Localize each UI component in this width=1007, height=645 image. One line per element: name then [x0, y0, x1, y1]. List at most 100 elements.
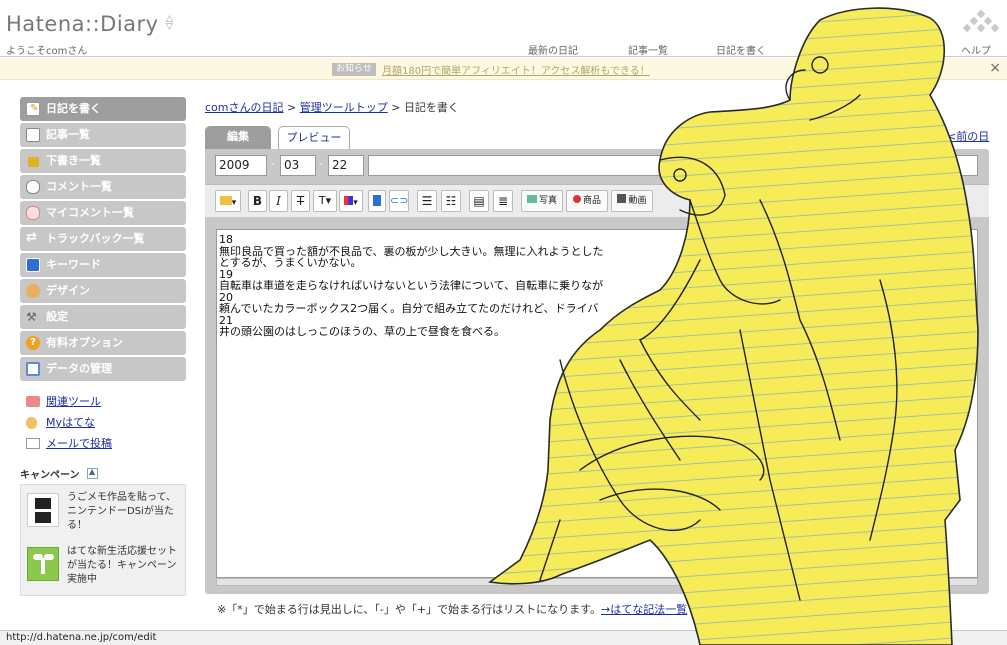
- sidebar-item-data-management[interactable]: データの管理: [20, 357, 186, 381]
- editor-line: 19: [219, 268, 233, 280]
- campaign-item[interactable]: うごメモ作品を貼って、ニンテンドーDSiが当たる！: [27, 491, 181, 537]
- my-comment-icon: [26, 206, 40, 220]
- sidebar-item-label: トラックバック一覧: [46, 232, 145, 245]
- sidebar-item-write-diary[interactable]: ✎ 日記を書く: [20, 97, 186, 121]
- sidebar-item-label: コメント一覧: [46, 180, 112, 193]
- related-tools-link[interactable]: 関連ツール: [26, 394, 112, 415]
- italic-button[interactable]: I: [269, 190, 288, 212]
- editor-toolbar: ▾ B I T T▾ ▾ ⊂⊃ ☰ ☷ ▤ ≣ 写真 商品 動画: [205, 184, 989, 217]
- editor-line: 頼んでいたカラーボックス2つ届く。自分で組み立てたのだけれど、ドライバ: [219, 303, 599, 315]
- previous-day-link[interactable]: <前の日: [947, 128, 989, 144]
- insert-video-label: 動画: [628, 196, 647, 206]
- blockquote-icon[interactable]: ▤: [469, 190, 489, 212]
- title-input[interactable]: [368, 155, 978, 176]
- sidebar-item-comments[interactable]: コメント一覧: [20, 175, 186, 199]
- strikethrough-icon[interactable]: T: [291, 190, 310, 212]
- mail-post-label[interactable]: メールで投稿: [46, 437, 112, 450]
- link-icon[interactable]: ⊂⊃: [389, 190, 409, 212]
- my-hatena-label[interactable]: Myはてな: [46, 416, 95, 429]
- editor-line: 自転車は車道を走らなければいけないという法律について、自転車に乗りなが: [219, 280, 604, 292]
- keyword-link-icon[interactable]: [368, 190, 386, 212]
- editor-line: 井の頭公園のはしっこのほうの、草の上で昼食を食べる。: [219, 326, 505, 338]
- related-tools-label[interactable]: 関連ツール: [46, 395, 101, 408]
- palette-icon: [26, 284, 40, 298]
- editor-line: 無印良品で買った額が不良品で、裏の板が少し大きい。無理に入れようとした: [219, 245, 604, 257]
- date-separator: -: [319, 159, 323, 170]
- breadcrumb-separator: >: [391, 101, 401, 114]
- nav-help[interactable]: ヘルプ: [961, 42, 991, 57]
- collapse-arrow-icon[interactable]: ▲: [86, 467, 98, 479]
- photo-icon: [526, 195, 537, 203]
- sidebar-item-article-list[interactable]: 記事一覧: [20, 123, 186, 147]
- notice-link[interactable]: 月額180円で簡単アフィリエイト！アクセス解析もできる！: [382, 62, 650, 77]
- sidebar-item-paid-options[interactable]: ? 有料オプション: [20, 331, 186, 355]
- breadcrumb-diary-link[interactable]: comさんの日記: [205, 101, 284, 114]
- user-icon: [26, 417, 37, 429]
- sidebar-item-my-comments[interactable]: マイコメント一覧: [20, 201, 186, 225]
- logo-switch-icon[interactable]: △ ▽: [166, 15, 173, 32]
- editor-line: 18: [219, 234, 233, 246]
- sidebar-item-settings[interactable]: ⚒ 設定: [20, 305, 186, 329]
- sidebar-item-label: 有料オプション: [46, 336, 123, 349]
- font-size-icon[interactable]: T▾: [313, 190, 337, 212]
- comment-icon: [26, 180, 40, 194]
- header-divider: [0, 56, 1007, 57]
- hatena-diamond-icon[interactable]: [963, 10, 999, 36]
- nav-latest-diary[interactable]: 最新の日記: [528, 42, 578, 57]
- insert-photo-button[interactable]: 写真: [521, 190, 563, 212]
- syntax-note: ※「*」で始まる行は見出しに、「-」や「+」で始まる行はリストになります。→はて…: [217, 601, 687, 617]
- film-icon: [617, 194, 627, 203]
- hatena-diary-logo[interactable]: Hatena::Diary: [6, 12, 159, 36]
- date-separator: -: [271, 159, 275, 170]
- sidebar-item-label: キーワード: [46, 258, 101, 271]
- mail-post-link[interactable]: メールで投稿: [26, 436, 112, 457]
- campaign-title: キャンペーン: [20, 470, 80, 481]
- sidebar-item-design[interactable]: デザイン: [20, 279, 186, 303]
- more-fold-icon[interactable]: ≣: [493, 190, 513, 212]
- mail-icon: [26, 438, 40, 449]
- tab-preview[interactable]: プレビュー: [278, 126, 350, 149]
- syntax-list-link[interactable]: →はてな記法一覧: [601, 603, 687, 616]
- breadcrumb-separator: >: [287, 101, 297, 114]
- sidebar-item-label: データの管理: [46, 362, 112, 375]
- tab-edit[interactable]: 編集: [205, 126, 271, 149]
- sidebar-item-drafts[interactable]: 下書き一覧: [20, 149, 186, 173]
- bold-button[interactable]: B: [248, 190, 267, 212]
- toolbox-icon: [26, 396, 40, 407]
- nav-article-list[interactable]: 記事一覧: [628, 42, 668, 57]
- diary-body-textarea[interactable]: 18 無印良品で買った額が不良品で、裏の板が少し大きい。無理に入れようとした と…: [216, 229, 978, 578]
- breadcrumb-current: 日記を書く: [403, 101, 459, 114]
- campaign-item[interactable]: はてな新生活応援セットが当たる！キャンペーン実施中: [27, 545, 181, 591]
- campaign-text[interactable]: はてな新生活応援セットが当たる！キャンペーン実施中: [67, 545, 183, 587]
- numbered-list-icon[interactable]: ☷: [441, 190, 461, 212]
- sidebar-item-label: マイコメント一覧: [46, 206, 134, 219]
- editor-line: とするが、うまくいかない。: [219, 257, 362, 269]
- campaign-box: うごメモ作品を貼って、ニンテンドーDSiが当たる！ はてな新生活応援セットが当た…: [20, 484, 186, 596]
- year-input[interactable]: 2009: [215, 155, 267, 176]
- campaign-text[interactable]: うごメモ作品を貼って、ニンテンドーDSiが当たる！: [67, 491, 183, 533]
- date-bar: 2009 - 03 - 22: [205, 149, 989, 181]
- folder-icon[interactable]: ▾: [215, 190, 241, 212]
- day-input[interactable]: 22: [328, 155, 364, 176]
- month-input[interactable]: 03: [280, 155, 316, 176]
- resize-handle[interactable]: [216, 578, 978, 586]
- document-icon: [26, 128, 40, 142]
- sidebar-menu: ✎ 日記を書く 記事一覧 下書き一覧 コメント一覧 マイコメント一覧 ⇄ トラッ…: [20, 97, 186, 383]
- sidebar-item-keywords[interactable]: キーワード: [20, 253, 186, 277]
- color-picker-icon[interactable]: ▾: [339, 190, 363, 212]
- breadcrumb: comさんの日記 > 管理ツールトップ > 日記を書く: [205, 99, 459, 115]
- bullet-list-icon[interactable]: ☰: [417, 190, 437, 212]
- trackback-icon: ⇄: [26, 230, 37, 245]
- nav-write-diary[interactable]: 日記を書く: [716, 42, 766, 57]
- sidebar-item-label: デザイン: [46, 284, 90, 297]
- my-hatena-link[interactable]: Myはてな: [26, 415, 112, 436]
- lock-icon: [28, 157, 39, 167]
- table-icon: [26, 362, 40, 376]
- sidebar-item-trackbacks[interactable]: ⇄ トラックバック一覧: [20, 227, 186, 251]
- close-icon[interactable]: ×: [989, 60, 1001, 76]
- breadcrumb-admin-link[interactable]: 管理ツールトップ: [300, 101, 388, 114]
- campaign-heading: キャンペーン ▲: [20, 466, 98, 481]
- insert-video-button[interactable]: 動画: [611, 190, 653, 212]
- insert-product-button[interactable]: 商品: [566, 190, 608, 212]
- editor-line: 21: [219, 314, 233, 326]
